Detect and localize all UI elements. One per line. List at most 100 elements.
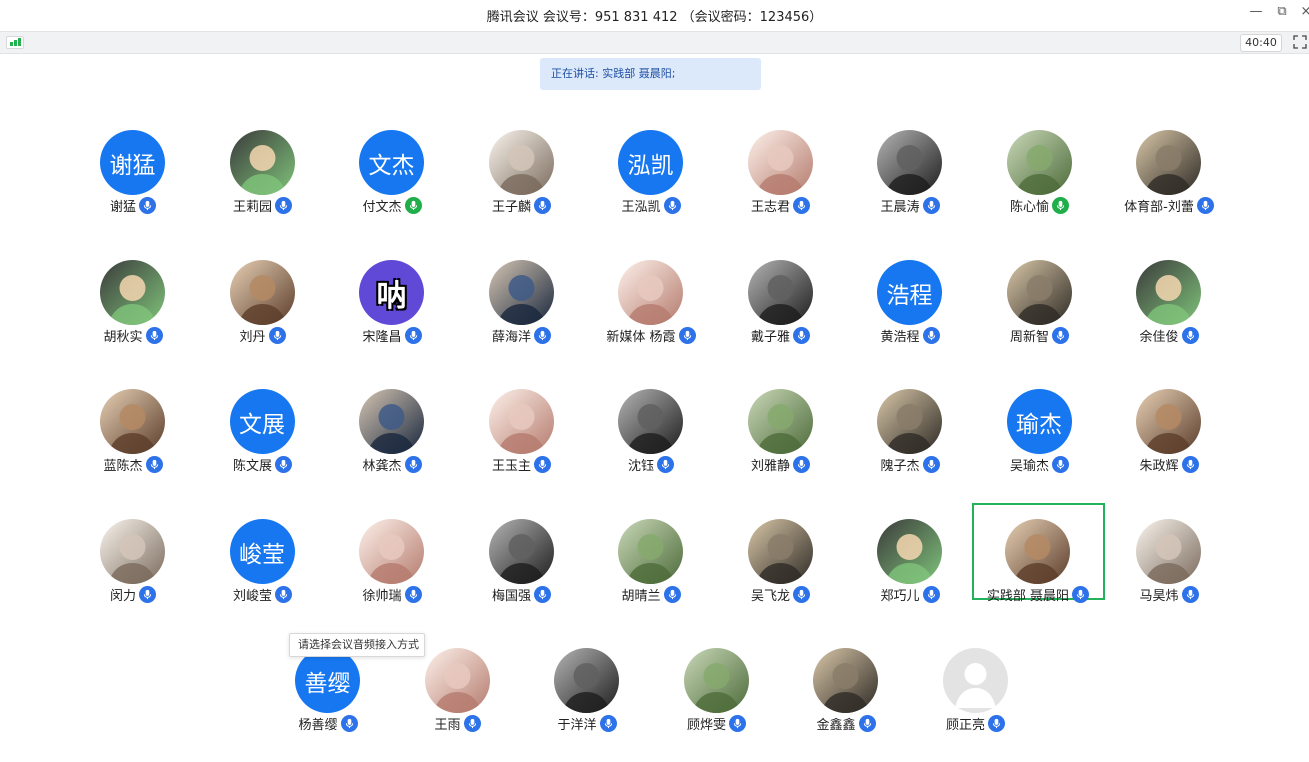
microphone-icon[interactable]: [922, 197, 940, 214]
microphone-icon[interactable]: [1052, 197, 1069, 214]
microphone-icon[interactable]: [657, 456, 674, 473]
microphone-icon[interactable]: [988, 715, 1005, 732]
participant-tile[interactable]: 胡晴兰: [585, 519, 717, 615]
participant-tile[interactable]: 余佳俊: [1103, 260, 1235, 356]
microphone-icon[interactable]: [340, 715, 358, 732]
microphone-icon[interactable]: [534, 197, 551, 214]
participant-tile[interactable]: 刘丹: [197, 260, 329, 356]
microphone-icon[interactable]: [1181, 327, 1199, 344]
microphone-icon[interactable]: [404, 456, 422, 473]
participant-tile[interactable]: 王晨涛: [844, 130, 976, 226]
microphone-icon[interactable]: [793, 197, 810, 214]
microphone-icon[interactable]: [404, 197, 422, 214]
participant-tile[interactable]: 王莉园: [197, 130, 329, 226]
default-user-avatar: [942, 648, 1008, 713]
participant-tile[interactable]: 于洋洋: [521, 648, 653, 744]
participant-tile[interactable]: 薛海洋: [456, 260, 588, 356]
microphone-icon[interactable]: [534, 586, 551, 603]
microphone-icon[interactable]: [793, 327, 810, 344]
participant-tile[interactable]: 王子麟: [456, 130, 588, 226]
girl-photo-avatar: [747, 389, 813, 454]
participant-tile[interactable]: 善缨 杨善缨: [262, 648, 394, 744]
participant-name: 付文杰: [362, 200, 402, 215]
participant-tile[interactable]: 体育部-刘蕾: [1103, 130, 1235, 226]
fullscreen-icon[interactable]: [1293, 35, 1307, 49]
participant-tile[interactable]: 金鑫鑫: [780, 648, 912, 744]
participant-tile[interactable]: 梅国强: [456, 519, 588, 615]
microphone-icon[interactable]: [922, 586, 940, 603]
participant-tile[interactable]: 闵力: [67, 519, 199, 615]
participant-tile[interactable]: 文杰 付文杰: [326, 130, 458, 226]
microphone-icon[interactable]: [534, 456, 551, 473]
green-dino-avatar: [747, 130, 813, 195]
participant-tile[interactable]: 陈心愉: [974, 130, 1106, 226]
restore-button[interactable]: ⧉: [1272, 4, 1292, 19]
microphone-icon[interactable]: [793, 456, 810, 473]
microphone-icon[interactable]: [268, 327, 286, 344]
microphone-icon[interactable]: [275, 197, 292, 214]
microphone-icon[interactable]: [145, 456, 163, 473]
microphone-icon[interactable]: [1181, 456, 1199, 473]
participant-tile[interactable]: 马昊炜: [1103, 519, 1235, 615]
participant-tile[interactable]: 瑜杰 吴瑜杰: [974, 389, 1106, 485]
microphone-icon[interactable]: [463, 715, 481, 732]
microphone-icon[interactable]: [858, 715, 876, 732]
microphone-icon[interactable]: [275, 586, 292, 603]
participant-namebar: 林龚杰: [326, 455, 458, 474]
participant-tile[interactable]: 顾正亮: [910, 648, 1042, 744]
close-button[interactable]: ×: [1296, 4, 1309, 19]
participant-tile[interactable]: 谢猛 谢猛: [67, 130, 199, 226]
participant-tile[interactable]: 浩程 黄浩程: [844, 260, 976, 356]
microphone-icon[interactable]: [275, 456, 292, 473]
status-toolbar: 40:40: [0, 31, 1309, 54]
participant-namebar: 实践部 聂晨阳: [974, 585, 1103, 604]
participant-tile[interactable]: 沈钰: [585, 389, 717, 485]
participant-tile[interactable]: 王玉主: [456, 389, 588, 485]
participant-tile[interactable]: 王雨: [392, 648, 524, 744]
microphone-icon[interactable]: [663, 586, 681, 603]
participant-tile[interactable]: 刘雅静: [715, 389, 847, 485]
participant-tile[interactable]: 朱政辉: [1103, 389, 1235, 485]
microphone-icon[interactable]: [599, 715, 617, 732]
microphone-icon[interactable]: [729, 715, 746, 732]
participant-tile[interactable]: 蓝陈杰: [67, 389, 199, 485]
microphone-icon[interactable]: [534, 327, 551, 344]
participant-tile[interactable]: 吴飞龙: [715, 519, 847, 615]
microphone-icon[interactable]: [1052, 456, 1069, 473]
microphone-icon[interactable]: [139, 586, 156, 603]
participant-tile[interactable]: 徐帅瑞: [326, 519, 458, 615]
microphone-icon[interactable]: [1052, 327, 1069, 344]
microphone-icon[interactable]: [1072, 586, 1090, 603]
participant-tile[interactable]: 呐宋隆昌: [326, 260, 458, 356]
microphone-icon[interactable]: [1196, 197, 1214, 214]
microphone-icon[interactable]: [404, 327, 422, 344]
microphone-icon[interactable]: [404, 586, 422, 603]
participant-tile[interactable]: 周新智: [974, 260, 1106, 356]
participant-tile[interactable]: 林龚杰: [326, 389, 458, 485]
participant-tile[interactable]: 王志君: [715, 130, 847, 226]
kitten-avatar: [877, 519, 942, 584]
signal-strength-icon[interactable]: [6, 36, 24, 49]
participant-tile[interactable]: 实践部 聂晨阳: [971, 503, 1105, 604]
participant-tile[interactable]: 峻莹 刘峻莹: [197, 519, 329, 615]
microphone-icon[interactable]: [1181, 586, 1199, 603]
microphone-icon[interactable]: [663, 197, 681, 214]
participant-tile[interactable]: 文展 陈文展: [197, 389, 329, 485]
minimize-button[interactable]: —: [1246, 4, 1266, 19]
participant-tile[interactable]: 新媒体 杨霞: [585, 260, 717, 356]
microphone-icon[interactable]: [678, 327, 696, 344]
participant-name: 新媒体 杨霞: [606, 330, 676, 345]
participant-tile[interactable]: 戴子雅: [715, 260, 847, 356]
microphone-icon[interactable]: [922, 456, 940, 473]
participant-name: 于洋洋: [557, 718, 597, 733]
microphone-icon[interactable]: [793, 586, 810, 603]
microphone-icon[interactable]: [145, 327, 163, 344]
participant-tile[interactable]: 胡秋实: [67, 260, 199, 356]
participant-tile[interactable]: 隗子杰: [844, 389, 976, 485]
participant-tile[interactable]: 顾烨雯: [651, 648, 783, 744]
room-photo-avatar: [747, 260, 813, 325]
microphone-icon[interactable]: [922, 327, 940, 344]
microphone-icon[interactable]: [139, 197, 156, 214]
participant-tile[interactable]: 泓凯 王泓凯: [585, 130, 717, 226]
participant-tile[interactable]: 郑巧儿: [844, 519, 976, 615]
